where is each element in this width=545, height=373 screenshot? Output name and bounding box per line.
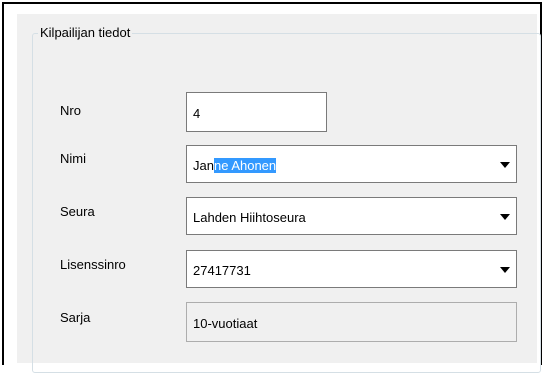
group-title: Kilpailijan tiedot bbox=[38, 25, 133, 41]
chevron-down-icon[interactable] bbox=[500, 214, 510, 220]
nimi-value-plain: Jan bbox=[193, 158, 214, 173]
chevron-down-icon[interactable] bbox=[500, 267, 510, 273]
nimi-combobox[interactable]: Janne Ahonen bbox=[186, 145, 517, 183]
nimi-label: Nimi bbox=[60, 151, 86, 166]
seura-label: Seura bbox=[60, 204, 95, 219]
seura-combobox[interactable]: Lahden Hiihtoseura bbox=[186, 197, 517, 235]
chevron-down-icon[interactable] bbox=[500, 162, 510, 168]
sarja-field: 10-vuotiaat bbox=[186, 302, 517, 342]
nro-value: 4 bbox=[193, 106, 201, 121]
nro-input[interactable]: 4 bbox=[186, 92, 327, 132]
nimi-value-selected: ne Ahonen bbox=[213, 158, 277, 173]
lisenssinro-value: 27417731 bbox=[193, 263, 251, 278]
sarja-label: Sarja bbox=[60, 310, 91, 325]
lisenssinro-label: Lisenssinro bbox=[60, 257, 126, 272]
sarja-value: 10-vuotiaat bbox=[193, 316, 258, 331]
seura-value: Lahden Hiihtoseura bbox=[193, 210, 306, 225]
nro-label: Nro bbox=[60, 103, 81, 118]
lisenssinro-combobox[interactable]: 27417731 bbox=[186, 250, 517, 288]
nimi-value: Janne Ahonen bbox=[193, 158, 277, 174]
